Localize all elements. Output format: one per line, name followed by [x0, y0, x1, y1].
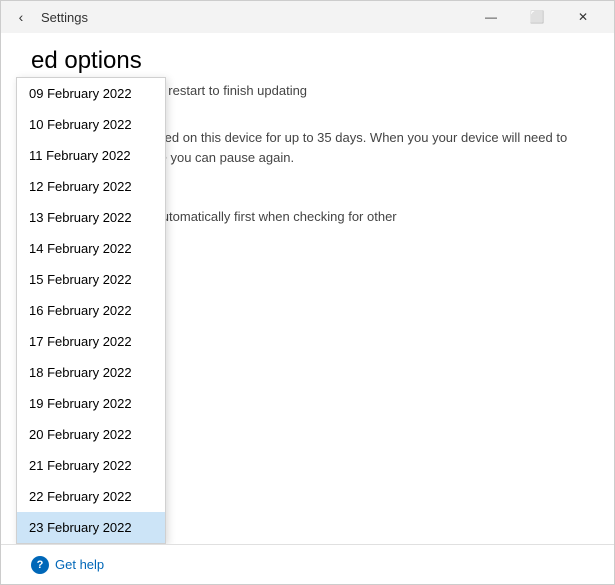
dropdown-item[interactable]: 18 February 2022 [17, 357, 165, 388]
dropdown-item[interactable]: 20 February 2022 [17, 419, 165, 450]
window-controls: — ⬜ ✕ [468, 1, 606, 33]
get-help-link[interactable]: ? Get help [31, 556, 104, 574]
help-icon: ? [31, 556, 49, 574]
close-button[interactable]: ✕ [560, 1, 606, 33]
dropdown-item[interactable]: 14 February 2022 [17, 233, 165, 264]
back-button[interactable]: ‹ [9, 5, 33, 29]
dropdown-item[interactable]: 15 February 2022 [17, 264, 165, 295]
dropdown-item[interactable]: 13 February 2022 [17, 202, 165, 233]
dropdown-item[interactable]: 17 February 2022 [17, 326, 165, 357]
page-title: ed options [31, 47, 584, 75]
dropdown-item[interactable]: 09 February 2022 [17, 78, 165, 109]
dropdown-item[interactable]: 22 February 2022 [17, 481, 165, 512]
settings-window: ‹ Settings — ⬜ ✕ ed options hen your PC … [0, 0, 615, 585]
window-title: Settings [41, 10, 468, 25]
minimize-button[interactable]: — [468, 1, 514, 33]
dropdown-item[interactable]: 11 February 2022 [17, 140, 165, 171]
content-area: ed options hen your PC requires a restar… [1, 33, 614, 544]
date-dropdown[interactable]: 09 February 202210 February 202211 Febru… [16, 77, 166, 544]
dropdown-item[interactable]: 19 February 2022 [17, 388, 165, 419]
dropdown-item[interactable]: 23 February 2022 [17, 512, 165, 543]
dropdown-item[interactable]: 12 February 2022 [17, 171, 165, 202]
dropdown-item[interactable]: 16 February 2022 [17, 295, 165, 326]
dropdown-item[interactable]: 10 February 2022 [17, 109, 165, 140]
dropdown-item[interactable]: 21 February 2022 [17, 450, 165, 481]
title-bar: ‹ Settings — ⬜ ✕ [1, 1, 614, 33]
maximize-button[interactable]: ⬜ [514, 1, 560, 33]
footer: ? Get help [1, 544, 614, 584]
get-help-label: Get help [55, 557, 104, 572]
